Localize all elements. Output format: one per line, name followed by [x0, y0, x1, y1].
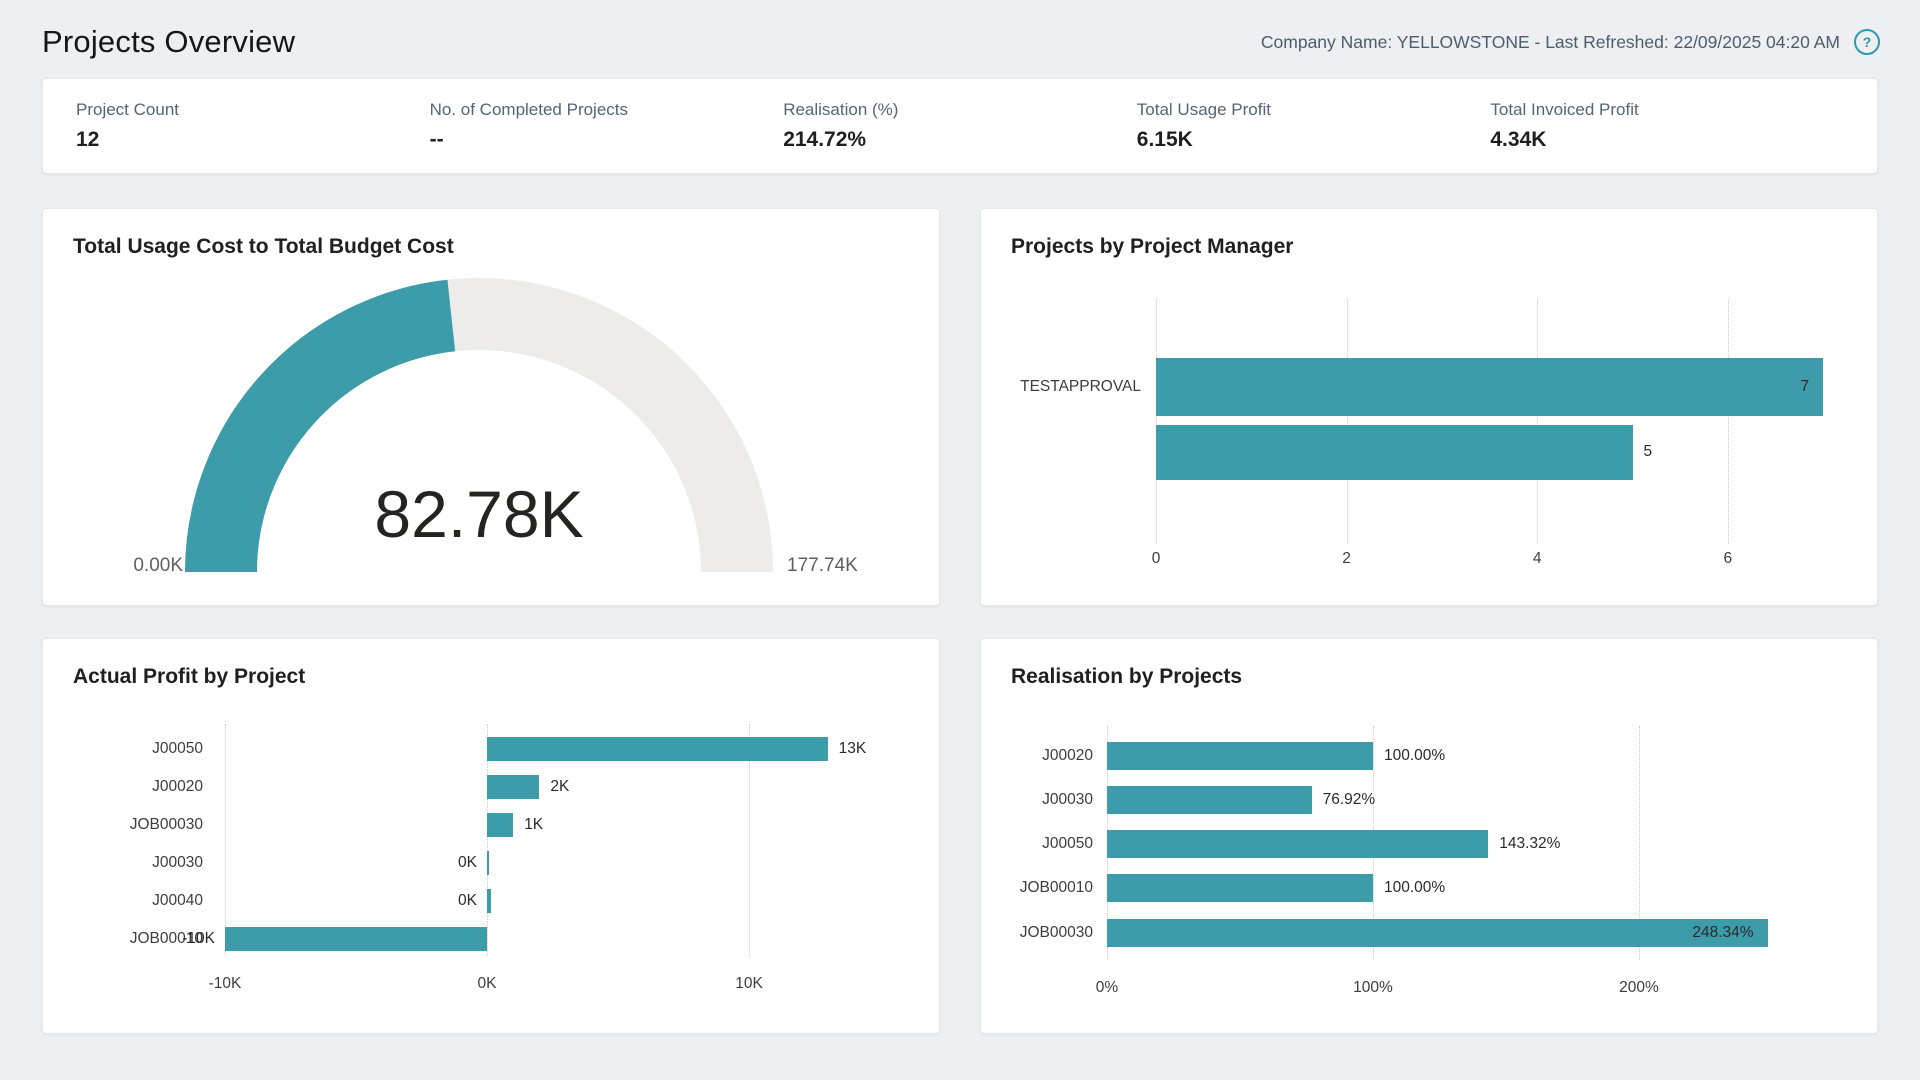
kpi-label: No. of Completed Projects — [430, 100, 784, 120]
value-label: 5 — [1644, 443, 1653, 461]
bar[interactable] — [487, 737, 828, 761]
tick-label: 2 — [1302, 550, 1392, 568]
tick-label: 0% — [1062, 979, 1152, 997]
gridline — [1537, 299, 1538, 544]
header-meta: Company Name: YELLOWSTONE - Last Refresh… — [1261, 29, 1880, 55]
category-label: TESTAPPROVAL — [980, 378, 1141, 396]
chart-title: Projects by Project Manager — [1011, 235, 1293, 259]
tick-label: 6 — [1683, 550, 1773, 568]
kpi-value: 4.34K — [1490, 128, 1844, 152]
gridline — [1347, 299, 1348, 544]
bar[interactable] — [487, 775, 539, 799]
category-label: JOB00030 — [42, 816, 203, 834]
category-label: J00030 — [980, 791, 1093, 809]
value-label: 0K — [391, 854, 477, 872]
bar[interactable] — [225, 927, 487, 951]
tick-label: -10K — [180, 975, 270, 993]
tick-label: 200% — [1594, 979, 1684, 997]
kpi-item: Realisation (%) 214.72% — [783, 100, 1137, 152]
bar[interactable] — [1107, 786, 1312, 814]
bar[interactable] — [1107, 742, 1373, 770]
category-label: JOB00010 — [980, 879, 1093, 897]
value-label: 7 — [1691, 378, 1809, 396]
bar[interactable] — [487, 889, 491, 913]
kpi-label: Total Usage Profit — [1137, 100, 1491, 120]
kpi-value: 12 — [76, 128, 430, 152]
gauge-chart-area: 0.00K 177.74K 82.78K — [43, 209, 939, 605]
kpi-label: Total Invoiced Profit — [1490, 100, 1844, 120]
bar[interactable] — [1107, 830, 1488, 858]
kpi-value: 214.72% — [783, 128, 1137, 152]
kpi-label: Realisation (%) — [783, 100, 1137, 120]
value-label: 100.00% — [1384, 879, 1445, 897]
kpi-item: Project Count 12 — [76, 100, 430, 152]
value-label: 2K — [550, 778, 569, 796]
gauge-min-label: 0.00K — [79, 555, 183, 577]
category-label: JOB00030 — [980, 924, 1093, 942]
tick-label: 100% — [1328, 979, 1418, 997]
kpi-summary-card: Project Count 12No. of Completed Projects… — [42, 78, 1878, 174]
projects-overview-dashboard: Projects Overview Company Name: YELLOWST… — [0, 0, 1920, 1080]
bar[interactable] — [1156, 425, 1633, 480]
tick-label: 0K — [442, 975, 532, 993]
tick-label: 10K — [704, 975, 794, 993]
projects-by-manager-chart-area: 0 2 4 6 TESTAPPROVAL 7 5 — [981, 209, 1877, 605]
category-label: J00020 — [42, 778, 203, 796]
category-label: J00020 — [980, 747, 1093, 765]
kpi-value: 6.15K — [1137, 128, 1491, 152]
kpi-item: Total Usage Profit 6.15K — [1137, 100, 1491, 152]
category-label: J00050 — [980, 835, 1093, 853]
help-icon[interactable]: ? — [1854, 29, 1880, 55]
value-label: 76.92% — [1323, 791, 1376, 809]
realisation-chart-area: 0% 100% 200% J00020 100.00% J00030 76.92% J0005… — [981, 639, 1877, 1033]
kpi-item: No. of Completed Projects -- — [430, 100, 784, 152]
gridline — [1728, 299, 1729, 544]
gridline — [225, 724, 226, 956]
value-label: 13K — [839, 740, 867, 758]
company-refresh-text: Company Name: YELLOWSTONE - Last Refresh… — [1261, 32, 1840, 53]
actual-profit-card: Actual Profit by Project -10K 0K 10K J00050… — [42, 638, 940, 1034]
page-title: Projects Overview — [42, 24, 295, 60]
kpi-item: Total Invoiced Profit 4.34K — [1490, 100, 1844, 152]
actual-profit-chart-area: -10K 0K 10K J00050 13K J00020 2K JOB00030 1K J000… — [43, 639, 939, 1033]
gridline — [1156, 299, 1157, 544]
chart-title: Actual Profit by Project — [73, 665, 305, 689]
gauge-card: Total Usage Cost to Total Budget Cost 0.… — [42, 208, 940, 606]
bar[interactable] — [487, 813, 513, 837]
gauge-value: 82.78K — [229, 481, 729, 547]
value-label: 143.32% — [1499, 835, 1560, 853]
gauge-max-label: 177.74K — [787, 555, 858, 577]
value-label: 1K — [524, 816, 543, 834]
kpi-label: Project Count — [76, 100, 430, 120]
tick-label: 4 — [1492, 550, 1582, 568]
tick-label: 0 — [1111, 550, 1201, 568]
category-label: J00040 — [42, 892, 203, 910]
category-label: J00030 — [42, 854, 203, 872]
chart-title: Total Usage Cost to Total Budget Cost — [73, 235, 454, 259]
value-label: -10K — [129, 930, 215, 948]
value-label: 100.00% — [1384, 747, 1445, 765]
projects-by-manager-card: Projects by Project Manager 0 2 4 6 TESTAPPR… — [980, 208, 1878, 606]
realisation-card: Realisation by Projects 0% 100% 200% J00020… — [980, 638, 1878, 1034]
header: Projects Overview Company Name: YELLOWST… — [0, 0, 1920, 78]
kpi-value: -- — [430, 128, 784, 152]
chart-title: Realisation by Projects — [1011, 665, 1242, 689]
value-label: 248.34% — [1636, 924, 1754, 942]
category-label: J00050 — [42, 740, 203, 758]
charts-grid: Total Usage Cost to Total Budget Cost 0.… — [42, 208, 1878, 1034]
bar[interactable] — [487, 851, 489, 875]
value-label: 0K — [391, 892, 477, 910]
bar[interactable] — [1107, 874, 1373, 902]
